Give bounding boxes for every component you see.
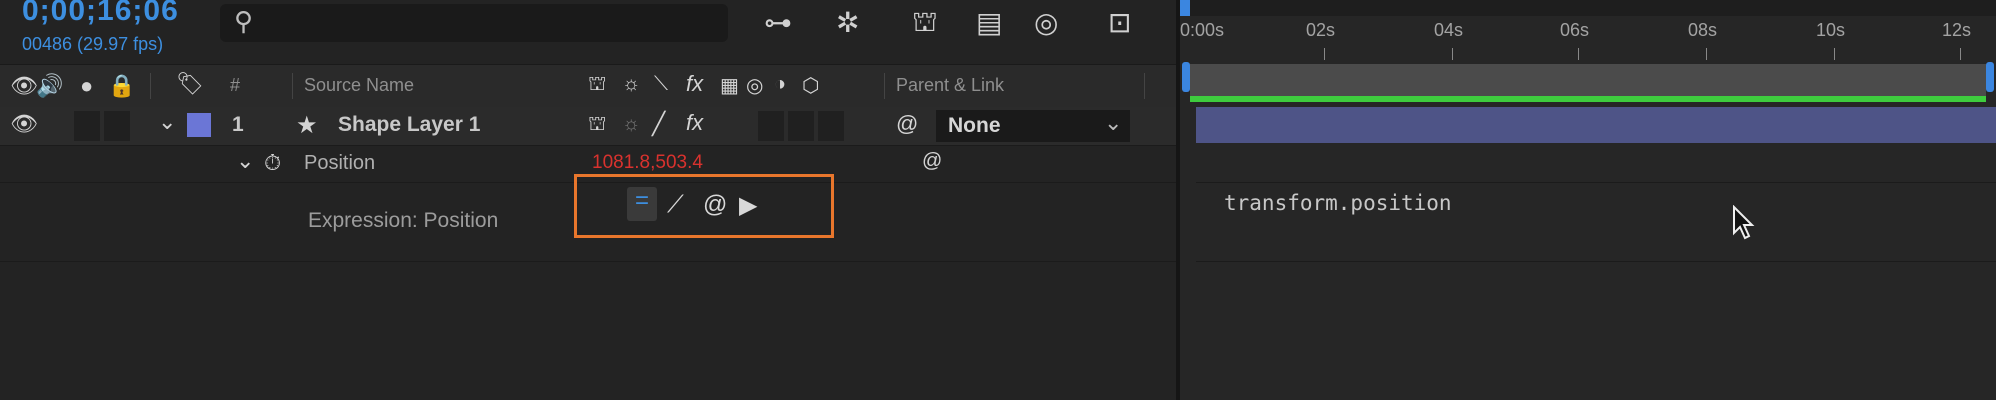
- composition-flowchart-icon[interactable]: ⊶: [764, 6, 792, 39]
- 3d-layer-icon[interactable]: ⬡: [802, 73, 819, 98]
- search-input[interactable]: ⚲: [220, 4, 728, 42]
- motion-blur-switch-icon[interactable]: ◎: [746, 73, 763, 98]
- tick-label: 02s: [1306, 20, 1336, 40]
- column-parent-link[interactable]: Parent & Link: [896, 75, 1004, 96]
- pick-whip-icon[interactable]: @: [896, 111, 918, 137]
- expression-pickwhip-icon[interactable]: @: [703, 191, 727, 219]
- shy-switch-icon[interactable]: ⛫: [588, 73, 606, 98]
- layer-number: 1: [232, 113, 244, 136]
- current-time-display[interactable]: 0;00;16;06: [22, 0, 179, 28]
- frame-blend-switch-icon[interactable]: ▦: [720, 73, 739, 98]
- effects-toggle-icon[interactable]: fx: [686, 110, 703, 136]
- adjustment-layer-icon[interactable]: ◑: [774, 73, 786, 96]
- search-icon: ⚲: [234, 6, 254, 36]
- quality-icon[interactable]: ⟍: [654, 73, 668, 96]
- work-area-start-handle[interactable]: [1182, 62, 1190, 92]
- stopwatch-icon[interactable]: ⏱: [264, 150, 281, 176]
- tick-label: 04s: [1434, 20, 1464, 40]
- collapse-transform-icon[interactable]: ☼: [622, 73, 640, 96]
- column-source-name[interactable]: Source Name: [304, 75, 414, 96]
- tick-label: 12s: [1942, 20, 1972, 40]
- chevron-down-icon: ⌄: [1104, 110, 1123, 135]
- chevron-down-icon[interactable]: ⌄: [158, 109, 176, 135]
- audio-icon[interactable]: 🔊: [36, 73, 63, 99]
- expression-graph-icon[interactable]: ⟋: [667, 191, 684, 219]
- property-track: [1196, 146, 1996, 183]
- pick-whip-icon[interactable]: @: [922, 150, 942, 173]
- label-tag-icon[interactable]: 🏷: [176, 71, 204, 97]
- motion-blur-icon[interactable]: ◎: [1034, 6, 1058, 39]
- layer-label-color[interactable]: [187, 113, 211, 137]
- shy-toggle-icon[interactable]: ⛫: [588, 113, 606, 138]
- column-number: #: [230, 75, 241, 95]
- position-value[interactable]: 1081.8,503.4: [592, 152, 703, 174]
- expression-language-menu-icon[interactable]: ▶: [739, 191, 757, 220]
- expression-label: Expression: Position: [308, 209, 499, 232]
- navigator-start-handle[interactable]: [1180, 0, 1190, 16]
- layer-row[interactable]: 👁 ⌄ 1 ★ Shape Layer 1 ⛫ ☼ ╱ fx @ None ⌄: [0, 107, 1176, 146]
- render-cache-bar: [1190, 96, 1986, 102]
- layer-duration-bar[interactable]: [1196, 107, 1996, 143]
- layer-name[interactable]: Shape Layer 1: [338, 113, 480, 137]
- property-name: Position: [304, 152, 376, 174]
- video-visibility-icon[interactable]: 👁: [10, 73, 38, 99]
- work-area-bar[interactable]: [1190, 64, 1986, 96]
- quality-toggle-icon[interactable]: ╱: [652, 111, 665, 137]
- column-header: 👁 🔊 ● 🔒 🏷 # Source Name ⛫ ☼ ⟍ fx ▦ ◎ ◑ ⬡…: [0, 64, 1176, 108]
- mouse-cursor-icon: [1733, 205, 1755, 240]
- tick-label: 10s: [1816, 20, 1846, 40]
- frame-blending-icon[interactable]: ▤: [976, 6, 1002, 39]
- layer-panel: 0;00;16;06 00486 (29.97 fps) ⚲ ⊶ ✲ ⛫ ▤ ◎…: [0, 0, 1176, 400]
- graph-editor-icon[interactable]: ⊡: [1108, 6, 1131, 39]
- tick-label: 0:00s: [1180, 20, 1225, 40]
- enable-expression-icon[interactable]: =: [627, 187, 657, 221]
- expression-code[interactable]: transform.position: [1224, 191, 1452, 215]
- parent-dropdown[interactable]: None ⌄: [936, 110, 1130, 142]
- eye-icon[interactable]: 👁: [10, 111, 38, 137]
- work-area-end-handle[interactable]: [1986, 62, 1994, 92]
- tick-label: 08s: [1688, 20, 1718, 40]
- frame-rate-display: 00486 (29.97 fps): [22, 34, 164, 54]
- lock-icon[interactable]: 🔒: [108, 73, 135, 99]
- collapse-toggle-icon[interactable]: ☼: [622, 113, 640, 136]
- timeline-panel: 0:00s 02s 04s 06s 08s 10s 12s transform.…: [1180, 0, 1996, 400]
- expression-controls-highlight: = ⟋ @ ▶: [574, 174, 834, 238]
- tick-label: 06s: [1560, 20, 1590, 40]
- draft-3d-icon[interactable]: ✲: [836, 6, 859, 39]
- parent-selected-value: None: [948, 114, 1001, 137]
- time-ruler[interactable]: 0:00s 02s 04s 06s 08s 10s 12s: [1180, 0, 1996, 64]
- chevron-down-icon[interactable]: ⌄: [236, 148, 254, 174]
- solo-icon[interactable]: ●: [80, 73, 93, 99]
- shy-layers-icon[interactable]: ⛫: [912, 6, 938, 42]
- expression-editor[interactable]: transform.position: [1196, 183, 1996, 262]
- effects-fx-icon[interactable]: fx: [686, 71, 703, 97]
- shape-layer-star-icon: ★: [296, 112, 318, 139]
- navigator-bar[interactable]: [1180, 0, 1996, 16]
